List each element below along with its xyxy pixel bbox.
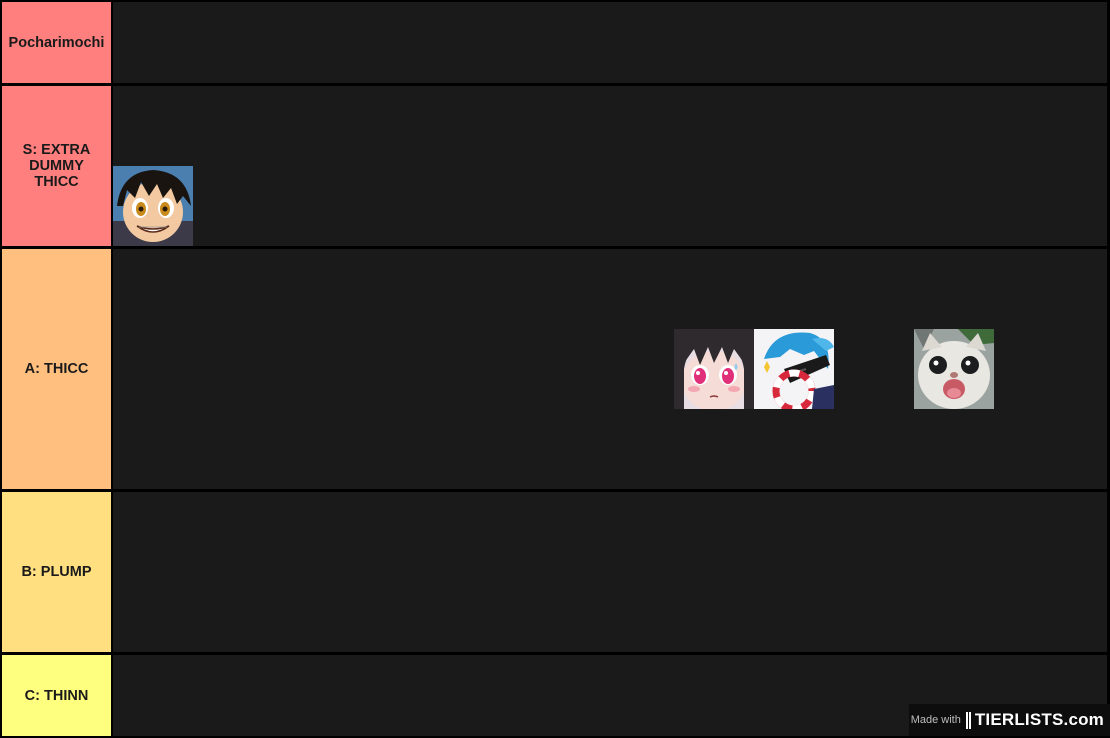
tierlists-logo: TIERLISTS.com [965,710,1104,730]
tier-label[interactable]: S: EXTRA DUMMY THICC [2,86,111,246]
tier-item-surprised-cat[interactable] [914,329,994,409]
tier-label[interactable]: Pocharimochi [2,2,111,83]
watermark: Made with TIERLISTS.com [909,704,1110,736]
tier-item-anime-boy-grin[interactable] [113,166,193,246]
tierlists-logo-icon [965,711,971,729]
anime-girl-blush-portrait-icon [674,329,754,409]
watermark-made-with: Made with [910,714,961,726]
tier-row-a: A: THICC [0,249,1110,489]
watermark-brand: TIERLISTS.com [974,710,1104,729]
tier-item-anime-girl-blush[interactable] [674,329,754,409]
anime-boy-grin-portrait-icon [113,166,193,246]
tier-label[interactable]: C: THINN [2,655,111,736]
tier-item-blue-hair-sunglasses[interactable] [754,329,834,409]
tier-label[interactable]: A: THICC [2,249,111,489]
tier-items-dropzone[interactable] [113,86,1107,246]
tier-items-dropzone[interactable] [113,492,1107,652]
tier-row-pocharimochi: Pocharimochi [0,2,1110,83]
tier-row-s: S: EXTRA DUMMY THICC [0,86,1110,246]
blue-hair-sunglasses-portrait-icon [754,329,834,409]
surprised-cat-portrait-icon [914,329,994,409]
tier-items-dropzone[interactable] [113,2,1107,83]
tier-label[interactable]: B: PLUMP [2,492,111,652]
tier-items-dropzone[interactable] [113,249,1107,489]
tier-row-b: B: PLUMP [0,492,1110,652]
tier-list: Pocharimochi S: EXTRA DUMMY THICC A: THI… [0,0,1110,738]
